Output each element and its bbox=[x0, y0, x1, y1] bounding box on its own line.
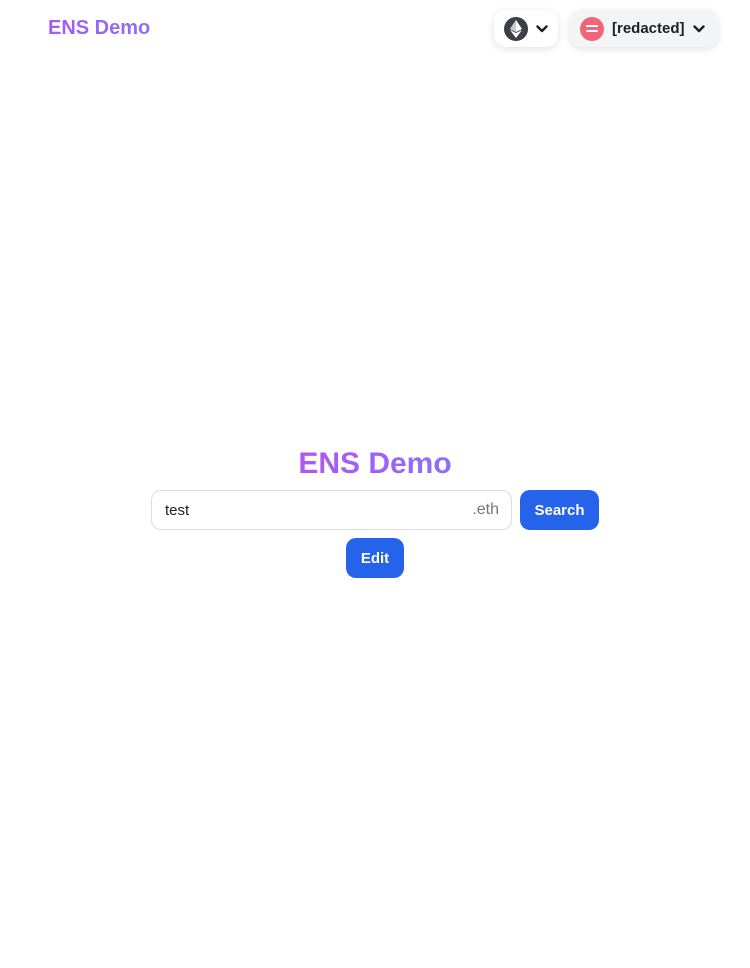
page-title: ENS Demo bbox=[0, 445, 750, 483]
brand-logo[interactable]: ENS Demo bbox=[48, 14, 150, 42]
search-input[interactable] bbox=[152, 490, 473, 530]
domain-suffix: .eth bbox=[472, 501, 499, 518]
account-label: [redacted] bbox=[612, 20, 685, 37]
chevron-down-icon bbox=[536, 24, 548, 33]
search-button[interactable]: Search bbox=[520, 490, 599, 530]
search-field[interactable]: .eth bbox=[151, 490, 512, 530]
network-selector-button[interactable] bbox=[494, 10, 558, 47]
page-title-text: ENS Demo bbox=[298, 447, 452, 480]
account-button[interactable]: [redacted] bbox=[570, 10, 718, 47]
edit-button[interactable]: Edit bbox=[346, 538, 404, 578]
page: ENS Demo [redacted] ENS Demo .eth bbox=[0, 0, 750, 968]
avatar bbox=[580, 16, 604, 41]
chevron-down-icon bbox=[692, 24, 705, 33]
ethereum-icon bbox=[504, 16, 528, 41]
